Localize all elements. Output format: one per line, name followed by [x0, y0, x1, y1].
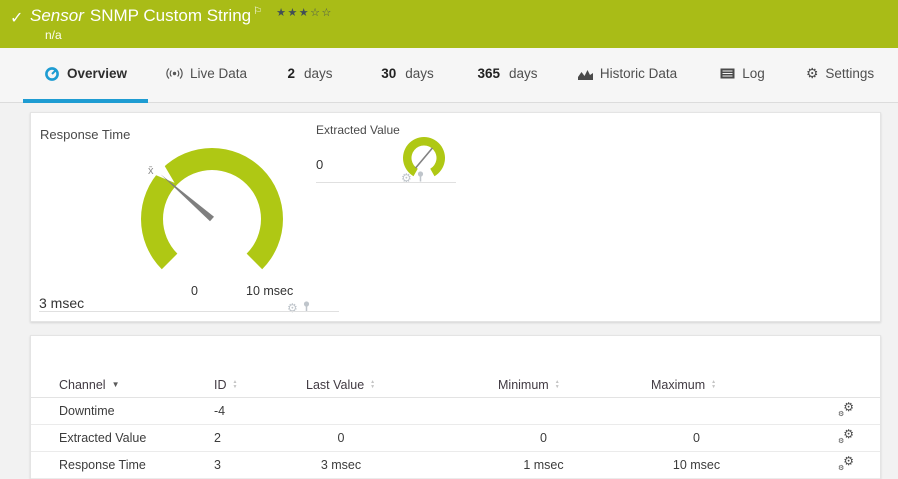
column-header-id-label: ID: [214, 377, 227, 392]
flag-icon[interactable]: ⚐: [253, 6, 262, 17]
sensor-header: ✓ Sensor SNMP Custom String ⚐ ★★★☆☆ n/a: [0, 0, 898, 48]
response-time-current-value: 3 msec: [39, 295, 85, 311]
table-row-extracted-value: Extracted Value 2 0 0 0 ⚙ ⚙: [31, 425, 880, 452]
channel-last-value: 0: [337, 431, 345, 445]
tab-365-days[interactable]: 365 days: [460, 48, 555, 103]
channel-name: Downtime: [59, 404, 115, 418]
priority-stars[interactable]: ★★★☆☆: [276, 7, 333, 19]
column-header-minimum-label: Minimum: [498, 377, 549, 392]
channel-name: Extracted Value: [59, 431, 147, 445]
gauge-scale-min: 0: [191, 284, 198, 298]
gear-icon: ⚙: [805, 65, 819, 81]
tab-30-days[interactable]: 30 days: [355, 48, 460, 103]
priority-stars-filled: ★★★: [276, 7, 311, 19]
live-data-icon: [166, 67, 183, 80]
sensor-title-name: SNMP Custom String: [89, 6, 252, 25]
column-header-channel-label: Channel: [59, 377, 106, 392]
gauge-scale-max: 10 msec: [246, 284, 294, 298]
extracted-value-current-value: 0: [316, 157, 324, 172]
channel-id: 2: [214, 431, 221, 445]
sensor-subtitle: n/a: [45, 28, 62, 42]
table-row-response-time: Response Time 3 3 msec 1 msec 10 msec ⚙ ⚙: [31, 452, 880, 479]
sort-descending-icon: ▼: [111, 380, 120, 389]
response-time-gauge-title: Response Time: [40, 127, 131, 142]
tab-log[interactable]: Log: [700, 48, 785, 103]
sort-both-icon: ▲ ▼: [232, 378, 238, 390]
tab-live-data[interactable]: Live Data: [148, 48, 265, 103]
sensor-title: Sensor SNMP Custom String ⚐ ★★★☆☆: [30, 6, 333, 26]
channel-minimum: 0: [540, 431, 547, 445]
channel-maximum: 10 msec: [672, 458, 721, 472]
gauge-pin-icon[interactable]: [302, 299, 311, 317]
channels-table: Channel ▼ ID ▲ ▼ Last Value ▲ ▼ Minimum ▲ ▼…: [31, 336, 880, 479]
column-header-last-value-label: Last Value: [306, 377, 365, 392]
column-header-channel[interactable]: Channel ▼: [59, 378, 214, 392]
column-header-last-value[interactable]: Last Value ▲ ▼: [296, 378, 386, 392]
tab-365-days-number: 365: [477, 66, 500, 81]
sort-both-icon: ▲ ▼: [711, 378, 717, 390]
tab-365-days-label: days: [509, 66, 538, 81]
tab-2-days[interactable]: 2 days: [265, 48, 355, 103]
table-header-row: Channel ▼ ID ▲ ▼ Last Value ▲ ▼ Minimum ▲ ▼…: [31, 372, 880, 398]
tab-settings-label: Settings: [825, 66, 875, 81]
tab-historic-data-label: Historic Data: [599, 66, 678, 81]
channel-maximum: 0: [693, 431, 700, 445]
channel-settings-gears-icon[interactable]: ⚙ ⚙: [838, 427, 854, 445]
sort-both-icon: ▲ ▼: [554, 378, 560, 390]
channel-settings-gears-icon[interactable]: ⚙ ⚙: [838, 400, 854, 418]
column-header-maximum[interactable]: Maximum ▲ ▼: [644, 378, 749, 392]
column-header-id[interactable]: ID ▲ ▼: [214, 378, 296, 392]
area-chart-icon: [577, 68, 593, 80]
channels-panel: Channel ▼ ID ▲ ▼ Last Value ▲ ▼ Minimum ▲ ▼…: [30, 335, 881, 479]
tab-overview-label: Overview: [66, 66, 128, 81]
sensor-title-prefix: Sensor: [30, 6, 84, 25]
column-header-minimum[interactable]: Minimum ▲ ▼: [491, 378, 596, 392]
tab-2-days-number: 2: [287, 66, 295, 81]
extracted-value-gauge-title: Extracted Value: [316, 123, 400, 137]
sort-both-icon: ▲ ▼: [370, 378, 376, 390]
gauge-settings-gear-icon[interactable]: ⚙: [287, 302, 298, 314]
table-row-downtime: Downtime -4 ⚙ ⚙: [31, 398, 880, 425]
gauge-icon: [44, 66, 60, 82]
response-time-widget-divider: [39, 311, 339, 312]
channel-id: -4: [214, 404, 226, 418]
channel-last-value: 3 msec: [320, 458, 362, 472]
tab-live-data-label: Live Data: [189, 66, 248, 81]
channel-minimum: 1 msec: [523, 458, 564, 472]
gauges-panel: Response Time x̄ 0 10 msec 3 msec ⚙ Extr…: [30, 112, 881, 322]
extracted-value-widget-divider: [316, 182, 456, 183]
tab-log-label: Log: [742, 66, 765, 81]
priority-stars-empty: ☆☆: [310, 7, 333, 19]
gauge-average-marker: x̄: [148, 165, 154, 177]
channel-id: 3: [214, 458, 221, 472]
tab-bar: Overview Live Data 2 days 30 days 365 da…: [0, 48, 898, 103]
gauge-pin-icon[interactable]: [416, 169, 425, 187]
log-list-icon: [720, 68, 735, 79]
tab-historic-data[interactable]: Historic Data: [555, 48, 700, 103]
channel-name: Response Time: [59, 458, 146, 472]
channel-settings-gears-icon[interactable]: ⚙ ⚙: [838, 454, 854, 472]
tab-30-days-number: 30: [381, 66, 397, 81]
tab-settings[interactable]: ⚙ Settings: [785, 48, 895, 103]
tab-2-days-label: days: [303, 66, 333, 81]
response-time-gauge: [141, 147, 283, 270]
sensor-status-ok-icon: ✓: [10, 10, 24, 27]
tab-30-days-label: days: [405, 66, 434, 81]
tab-overview[interactable]: Overview: [23, 48, 148, 103]
column-header-maximum-label: Maximum: [651, 377, 706, 392]
